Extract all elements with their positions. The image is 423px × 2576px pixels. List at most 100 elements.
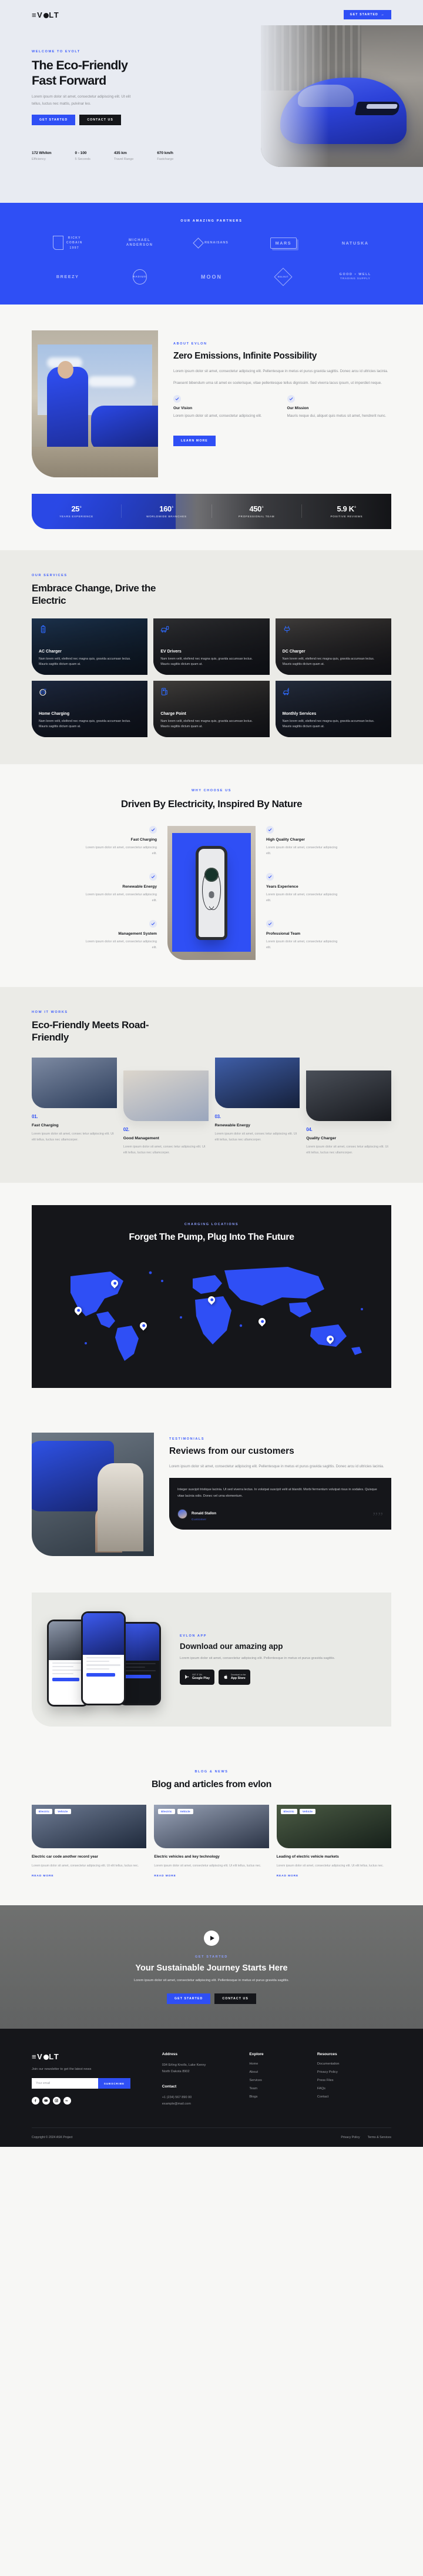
about-feature: Our Mission Mauris neque dui, aliquet qu… [287,394,392,424]
email-address[interactable]: example@mail.com [162,2101,240,2107]
partner-logo-moon[interactable]: MOON [201,273,222,280]
hero-contact-us-button[interactable]: CONTACT US [79,115,121,126]
phone-number[interactable]: +1 (234) 567 890 00 [162,2095,240,2101]
footer-link-contact[interactable]: Contact [317,2095,391,2099]
blog-tag[interactable]: Electric [158,1809,175,1815]
partner-logo-ricky-cobain[interactable]: RICKY COBAIN 1997 [52,236,83,250]
why-item: Management System Lorem ipsum dolor sit … [82,919,157,951]
service-text: Nam lorem velit, eleifend nec magna quis… [160,719,253,729]
how-step-card[interactable]: 02. Good Management Lorem ipsum dolor si… [123,1070,209,1156]
google-play-button[interactable]: GET IT ON Google Play [180,1670,214,1685]
step-image [306,1070,391,1122]
footer-link-team[interactable]: Team [249,2087,308,2090]
why-charger-image [167,825,256,960]
blog-tag[interactable]: Electric [280,1809,297,1815]
feature-title: Our Vision [173,406,193,410]
feature-title: Our Mission [287,406,309,410]
blog-image: Electric Vehicle [154,1805,269,1849]
partner-logo-walnut[interactable]: WALNUT [274,267,293,286]
newsletter-form[interactable]: SUBSCRIBE [32,2078,130,2089]
counter-item: 450+ PROFESSIONAL TEAM [212,504,302,518]
service-text: Nam lorem velit, eleifend nec magna quis… [39,657,131,667]
blog-post-text: Lorem ipsum dolor sit amet, consectetur … [154,1864,261,1868]
hero-title: The Eco-Friendly Fast Forward [32,58,391,88]
blog-read-more-link[interactable]: READ MORE [154,1875,176,1878]
counter-sup: + [261,506,264,510]
diamond-icon [193,237,204,249]
blog-read-more-link[interactable]: READ MORE [32,1875,53,1878]
how-step-card[interactable]: 03. Renewable Energy Lorem ipsum dolor s… [214,1058,300,1156]
blog-card[interactable]: Electric Vehicle Leading of electric veh… [276,1805,391,1879]
partner-logo-renaisans[interactable]: RENAISANS [193,237,229,249]
app-store-button[interactable]: Download on the App Store [218,1670,251,1685]
footer-privacy-policy-link[interactable]: Privacy Policy [341,2136,360,2139]
hero-eyebrow: WELCOME TO EVOLT [32,50,80,53]
hero-get-started-button[interactable]: GET STARTED [32,115,76,126]
battery-icon [39,625,48,637]
footer-logo[interactable]: ≡V LT [32,2052,153,2061]
partner-logo-michael-anderson[interactable]: MICHAEL ANDERSON [126,238,153,247]
footer-link-press-files[interactable]: Press Files [317,2079,391,2082]
blog-tag[interactable]: Vehicle [55,1809,71,1815]
step-text: Lorem ipsum dolor sit amet, consec tetur… [123,1145,206,1155]
footer-link-documentation[interactable]: Documentation [317,2062,391,2066]
how-step-card[interactable]: 01. Fast Charging Lorem ipsum dolor sit … [32,1058,117,1156]
footer-link-services[interactable]: Services [249,2079,308,2082]
play-button[interactable] [204,1930,219,1946]
arrow-right-icon: → [380,13,385,16]
step-image [32,1058,117,1109]
service-card-charge-point[interactable]: Charge Point Nam lorem velit, eleifend n… [153,681,270,738]
testimonials-eyebrow: TESTIMONIALS [169,1437,205,1441]
map-eyebrow: CHARGING LOCATIONS [184,1223,239,1227]
blog-read-more-link[interactable]: READ MORE [277,1875,298,1878]
cta-contact-us-button[interactable]: CONTACT US [214,1993,256,2004]
stat-value: 0 - 100 [75,151,87,156]
counter-value: 160 [159,504,172,514]
blog-tag[interactable]: Vehicle [299,1809,316,1815]
service-card-ev-drivers[interactable]: EV Drivers Nam lorem velit, eleifend nec… [153,618,270,675]
blog-post-title: Leading of electric vehicle markets [276,1855,339,1859]
service-card-dc-charger[interactable]: DC Charger Nam lorem velit, eleifend nec… [275,618,391,675]
service-card-monthly-services[interactable]: Monthly Services Nam lorem velit, eleife… [275,681,391,738]
subscribe-button[interactable]: SUBSCRIBE [98,2078,130,2089]
world-map[interactable] [32,1255,391,1367]
partner-logo-mars[interactable]: MARS [270,237,297,249]
header-get-started-button[interactable]: GET STARTED → [343,10,391,19]
footer-link-about[interactable]: About [249,2070,308,2074]
service-card-home-charging[interactable]: Home Charging Nam lorem velit, eleifend … [32,681,148,738]
partner-logo-natuska[interactable]: NATUSKA [342,240,369,246]
service-card-ac-charger[interactable]: AC Charger Nam lorem velit, eleifend nec… [32,618,148,675]
footer-terms-link[interactable]: Terms & Services [368,2136,391,2139]
partner-logo-radius[interactable]: RADIUS [132,269,147,285]
why-item-title: Professional Team [266,931,301,936]
counter-item: 5.9 K+ POSITIVE REVIEWS [302,504,391,518]
youtube-icon[interactable] [42,2097,50,2105]
feature-text: Mauris neque dui, aliquet quis metus sit… [287,413,387,418]
behance-icon[interactable]: Be [63,2097,71,2105]
how-step-card[interactable]: 04. Quality Charger Lorem ipsum dolor si… [306,1070,391,1156]
footer-link-blogs[interactable]: Blogs [249,2095,308,2099]
cta-get-started-button[interactable]: GET STARTED [167,1993,211,2004]
footer-link-privacy-policy[interactable]: Privacy Policy [317,2070,391,2074]
cta-title: Your Sustainable Journey Starts Here [135,1963,288,1973]
check-icon [149,919,157,928]
brand-logo[interactable]: ≡V LT [32,11,59,19]
about-learn-more-button[interactable]: LEARN MORE [173,436,216,447]
partner-logo-good-well[interactable]: GOOD • WELL TRADING SUPPLY [340,273,371,280]
blog-eyebrow: BLOG & NEWS [194,1770,229,1774]
phone-mockup [81,1611,126,1706]
footer-link-home[interactable]: Home [249,2062,308,2066]
blog-tag[interactable]: Vehicle [177,1809,193,1815]
instagram-icon[interactable] [53,2097,61,2105]
hero-stat: 670 km/h Fastcharge [157,151,173,161]
store-big-label: App Store [230,1676,246,1680]
email-input[interactable] [32,2078,98,2089]
facebook-icon[interactable] [32,2097,39,2105]
ev-bolt-car-icon [283,687,291,699]
blog-card[interactable]: Electric Vehicle Electric vehicles and k… [154,1805,269,1879]
footer-link-faqs[interactable]: FAQs [317,2087,391,2090]
newsletter-text: Join our newsletter to get the latest ne… [32,2068,92,2072]
partner-logo-breezy[interactable]: BREEZY [56,274,79,280]
blog-card[interactable]: Electric Vehicle Electric car code anoth… [32,1805,147,1879]
blog-tag[interactable]: Electric [36,1809,53,1815]
